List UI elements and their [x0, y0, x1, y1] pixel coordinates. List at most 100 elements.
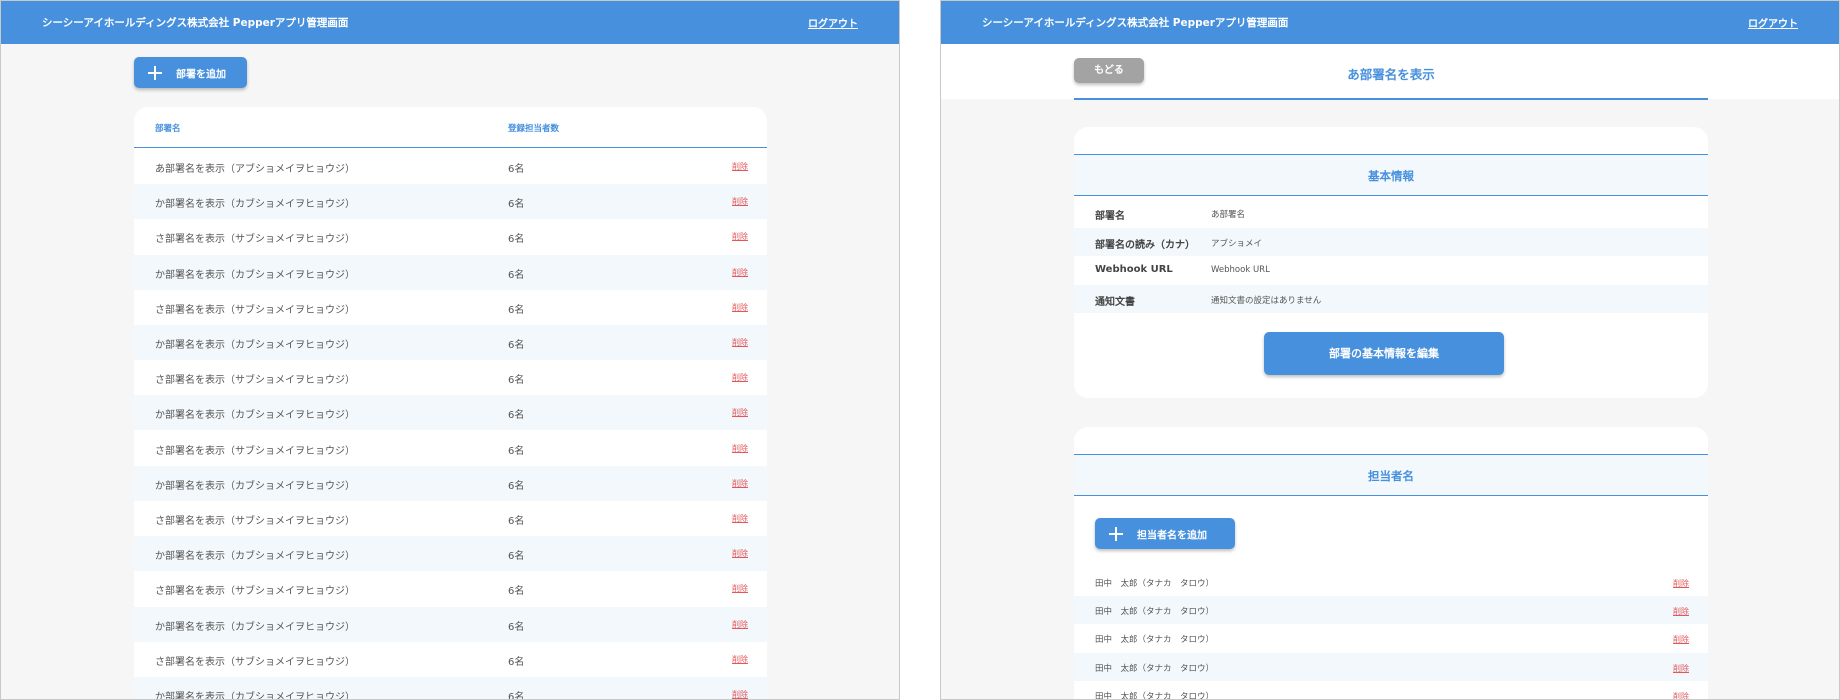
basic-info-heading: 基本情報 [1368, 169, 1414, 183]
delete-link[interactable]: 削除 [732, 654, 748, 665]
department-name: さ部署名を表示（サブショメイヲヒョウジ） [155, 234, 355, 246]
list-item: 田中 太郎（タナカ タロウ） 削除 [1074, 596, 1708, 625]
plus-icon [148, 65, 162, 80]
department-name: さ部署名を表示（サブショメイヲヒョウジ） [155, 656, 355, 668]
table-row: さ部署名を表示（サブショメイヲヒョウジ） 6名 削除 [134, 431, 767, 466]
list-item: 田中 太郎（タナカ タロウ） 削除 [1074, 568, 1708, 596]
table-row: か部署名を表示（カブショメイヲヒョウジ） 6名 削除 [134, 325, 767, 360]
delete-link[interactable]: 削除 [1673, 606, 1689, 617]
table-row: か部署名を表示（カブショメイヲヒョウジ） 6名 削除 [134, 606, 767, 642]
department-list-screen: シーシーアイホールディングス株式会社 Pepperアプリ管理画面 ログアウト 部… [0, 0, 900, 700]
staff-header: 担当者名 [1074, 454, 1708, 496]
staff-count: 6名 [508, 621, 525, 633]
app-header: シーシーアイホールディングス株式会社 Pepperアプリ管理画面 ログアウト [1, 1, 899, 44]
staff-count: 6名 [508, 410, 525, 422]
table-row: さ部署名を表示（サブショメイヲヒョウジ） 6名 削除 [134, 501, 767, 536]
delete-link[interactable]: 削除 [732, 302, 748, 313]
info-value: アブショメイ [1211, 238, 1263, 249]
delete-link[interactable]: 削除 [732, 619, 748, 630]
delete-link[interactable]: 削除 [732, 337, 748, 348]
info-label: 部署名の読み（カナ） [1095, 239, 1195, 251]
divider [1074, 98, 1708, 100]
delete-link[interactable]: 削除 [732, 513, 748, 524]
table-row: さ部署名を表示（サブショメイヲヒョウジ） 6名 削除 [134, 571, 767, 606]
delete-link[interactable]: 削除 [1673, 691, 1689, 699]
delete-link[interactable]: 削除 [732, 443, 748, 454]
app-title: シーシーアイホールディングス株式会社 Pepperアプリ管理画面 [42, 17, 349, 29]
table-row: か部署名を表示（カブショメイヲヒョウジ） 6名 削除 [134, 395, 767, 431]
info-label: 部署名 [1095, 211, 1125, 222]
table-row: あ部署名を表示（アブショメイヲヒョウジ） 6名 削除 [134, 149, 767, 184]
edit-department-button[interactable]: 部署の基本情報を編集 [1264, 332, 1504, 375]
staff-count: 6名 [508, 269, 525, 281]
staff-count: 6名 [508, 445, 525, 457]
staff-count: 6名 [508, 199, 525, 211]
delete-link[interactable]: 削除 [732, 161, 748, 172]
delete-link[interactable]: 削除 [732, 267, 748, 278]
info-label: Webhook URL [1095, 264, 1173, 275]
logout-link[interactable]: ログアウト [808, 15, 858, 30]
basic-info-card: 基本情報 部署名 あ部署名部署名の読み（カナ） アブショメイ Webhook URL W… [1074, 127, 1708, 398]
staff-count: 6名 [508, 586, 525, 598]
list-item: 田中 太郎（タナカ タロウ） 削除 [1074, 681, 1708, 699]
basic-info-header: 基本情報 [1074, 154, 1708, 196]
delete-link[interactable]: 削除 [1673, 634, 1689, 645]
department-name: さ部署名を表示（サブショメイヲヒョウジ） [155, 516, 355, 527]
table-row: か部署名を表示（カブショメイヲヒョウジ） 6名 削除 [134, 536, 767, 572]
info-value: あ部署名 [1211, 210, 1246, 220]
delete-link[interactable]: 削除 [732, 583, 748, 594]
staff-heading: 担当者名 [1368, 469, 1414, 483]
table-row: か部署名を表示（カブショメイヲヒョウジ） 6名 削除 [134, 677, 767, 700]
column-header-name: 部署名 [155, 124, 181, 134]
delete-link[interactable]: 削除 [732, 548, 748, 559]
department-name: か部署名を表示（カブショメイヲヒョウジ） [155, 621, 355, 633]
list-item: 田中 太郎（タナカ タロウ） 削除 [1074, 624, 1708, 652]
delete-link[interactable]: 削除 [732, 231, 748, 242]
delete-link[interactable]: 削除 [732, 196, 748, 207]
department-name: か部署名を表示（カブショメイヲヒョウジ） [155, 410, 355, 422]
add-department-button[interactable]: 部署を追加 [134, 57, 247, 88]
staff-count: 6名 [508, 340, 525, 351]
table-header: 部署名 登録担当者数 [134, 107, 767, 148]
staff-count: 6名 [508, 551, 525, 563]
department-name: か部署名を表示（カブショメイヲヒョウジ） [155, 269, 355, 281]
department-name: さ部署名を表示（サブショメイヲヒョウジ） [155, 375, 355, 387]
add-staff-label: 担当者名を追加 [1137, 530, 1207, 541]
department-name: か部署名を表示（カブショメイヲヒョウジ） [155, 199, 355, 211]
department-name: か部署名を表示（カブショメイヲヒョウジ） [155, 692, 355, 700]
department-name: さ部署名を表示（サブショメイヲヒョウジ） [155, 304, 355, 316]
staff-count: 6名 [508, 375, 525, 387]
staff-name: 田中 太郎（タナカ タロウ） [1095, 663, 1215, 674]
staff-count: 6名 [508, 234, 525, 246]
delete-link[interactable]: 削除 [732, 372, 748, 383]
staff-count: 6名 [508, 656, 525, 668]
info-value: Webhook URL [1211, 265, 1270, 275]
delete-link[interactable]: 削除 [1673, 578, 1689, 589]
staff-count: 6名 [508, 164, 525, 175]
delete-link[interactable]: 削除 [732, 689, 748, 699]
table-row: さ部署名を表示（サブショメイヲヒョウジ） 6名 削除 [134, 642, 767, 677]
delete-link[interactable]: 削除 [732, 407, 748, 418]
table-row: さ部署名を表示（サブショメイヲヒョウジ） 6名 削除 [134, 360, 767, 395]
staff-name: 田中 太郎（タナカ タロウ） [1095, 635, 1215, 646]
staff-count: 6名 [508, 516, 525, 527]
staff-card: 担当者名 担当者名を追加 田中 太郎（タナカ タロウ） 削除 田中 太郎（タナカ タ… [1074, 427, 1708, 699]
staff-name: 田中 太郎（タナカ タロウ） [1095, 607, 1215, 618]
staff-count: 6名 [508, 304, 525, 316]
staff-count: 6名 [508, 692, 525, 700]
department-detail-screen: シーシーアイホールディングス株式会社 Pepperアプリ管理画面 ログアウト も… [940, 0, 1840, 700]
info-value: 通知文書の設定はありません [1211, 295, 1322, 306]
info-row: 部署名 あ部署名 [1074, 199, 1708, 227]
department-name: か部署名を表示（カブショメイヲヒョウジ） [155, 551, 355, 563]
table-row: か部署名を表示（カブショメイヲヒョウジ） 6名 削除 [134, 254, 767, 290]
department-name: か部署名を表示（カブショメイヲヒョウジ） [155, 480, 355, 492]
staff-name: 田中 太郎（タナカ タロウ） [1095, 579, 1215, 589]
app-header: シーシーアイホールディングス株式会社 Pepperアプリ管理画面 ログアウト [941, 1, 1839, 44]
detail-topbar: もどる あ部署名を表示 [941, 44, 1839, 100]
info-row: 通知文書 通知文書の設定はありません [1074, 284, 1708, 313]
logout-link[interactable]: ログアウト [1748, 15, 1798, 30]
delete-link[interactable]: 削除 [732, 478, 748, 489]
department-name: か部署名を表示（カブショメイヲヒョウジ） [155, 340, 355, 351]
delete-link[interactable]: 削除 [1673, 663, 1689, 674]
add-staff-button[interactable]: 担当者名を追加 [1095, 518, 1235, 549]
